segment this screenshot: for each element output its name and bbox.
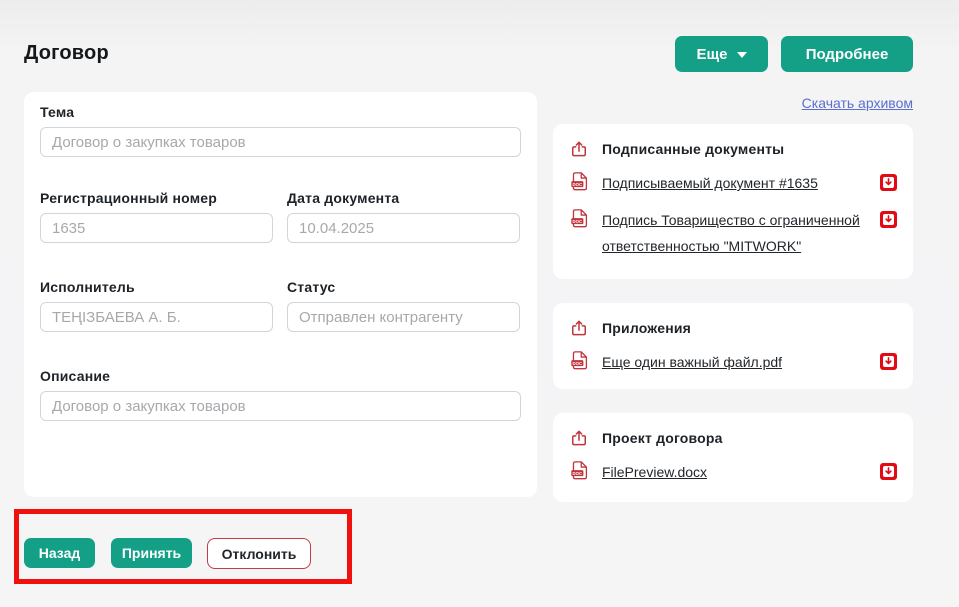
svg-text:DOC: DOC xyxy=(572,361,582,366)
download-arrow-icon xyxy=(883,356,894,367)
details-button[interactable]: Подробнее xyxy=(781,36,913,72)
doc-file-icon: DOC xyxy=(569,208,589,229)
download-icon[interactable] xyxy=(880,211,897,228)
field-label-status: Статус xyxy=(287,279,520,295)
doc-date-input[interactable] xyxy=(287,213,520,243)
accept-button-label: Принять xyxy=(122,545,181,561)
contract-draft-title: Проект договора xyxy=(602,430,723,446)
file-row: DOC Еще один важный файл.pdf xyxy=(569,350,897,376)
svg-text:DOC: DOC xyxy=(572,219,582,224)
draft-file-link[interactable]: FilePreview.docx xyxy=(602,460,867,486)
svg-text:DOC: DOC xyxy=(572,182,582,187)
file-row: DOC Подпись Товарищество с ограниченной … xyxy=(569,208,897,260)
status-input[interactable] xyxy=(287,302,520,332)
field-label-subject: Тема xyxy=(40,104,521,120)
signature-document-link[interactable]: Подпись Товарищество с ограниченной отве… xyxy=(602,208,867,260)
upload-icon xyxy=(569,138,589,160)
doc-file-icon: DOC xyxy=(569,171,589,192)
more-button-label: Еще xyxy=(696,46,727,63)
download-arrow-icon xyxy=(883,214,894,225)
field-label-description: Описание xyxy=(40,368,521,384)
signed-documents-title: Подписанные документы xyxy=(602,141,784,157)
reg-number-input[interactable] xyxy=(40,213,273,243)
details-button-label: Подробнее xyxy=(806,46,889,63)
download-arrow-icon xyxy=(883,466,894,477)
contract-draft-card: Проект договора DOC FilePreview.docx xyxy=(553,413,913,502)
subject-input[interactable] xyxy=(40,127,521,157)
download-icon[interactable] xyxy=(880,353,897,370)
decline-button[interactable]: Отклонить xyxy=(207,538,311,569)
attachment-file-link[interactable]: Еще один важный файл.pdf xyxy=(602,350,867,376)
svg-text:DOC: DOC xyxy=(572,471,582,476)
attachments-card: Приложения DOC Еще один важный файл.pdf xyxy=(553,303,913,389)
download-arrow-icon xyxy=(883,177,894,188)
download-icon[interactable] xyxy=(880,463,897,480)
download-icon[interactable] xyxy=(880,174,897,191)
back-button[interactable]: Назад xyxy=(24,538,95,568)
field-label-reg-number: Регистрационный номер xyxy=(40,190,273,206)
description-input[interactable] xyxy=(40,391,521,421)
field-label-doc-date: Дата документа xyxy=(287,190,520,206)
attachments-title: Приложения xyxy=(602,320,691,336)
field-label-executor: Исполнитель xyxy=(40,279,273,295)
file-row: DOC Подписываемый документ #1635 xyxy=(569,171,897,197)
doc-file-icon: DOC xyxy=(569,350,589,371)
signed-document-link[interactable]: Подписываемый документ #1635 xyxy=(602,171,867,197)
chevron-down-icon xyxy=(737,52,747,58)
download-archive-link[interactable]: Скачать архивом xyxy=(802,95,913,111)
doc-file-icon: DOC xyxy=(569,460,589,481)
signed-documents-card: Подписанные документы DOC Подписываемый … xyxy=(553,124,913,279)
page-title: Договор xyxy=(24,42,109,65)
accept-button[interactable]: Принять xyxy=(111,538,192,568)
contract-form-card: Тема Регистрационный номер Дата документ… xyxy=(24,92,537,497)
back-button-label: Назад xyxy=(39,545,81,561)
upload-icon xyxy=(569,427,589,449)
executor-input[interactable] xyxy=(40,302,273,332)
file-row: DOC FilePreview.docx xyxy=(569,460,897,486)
more-button[interactable]: Еще xyxy=(675,36,768,72)
upload-icon xyxy=(569,317,589,339)
